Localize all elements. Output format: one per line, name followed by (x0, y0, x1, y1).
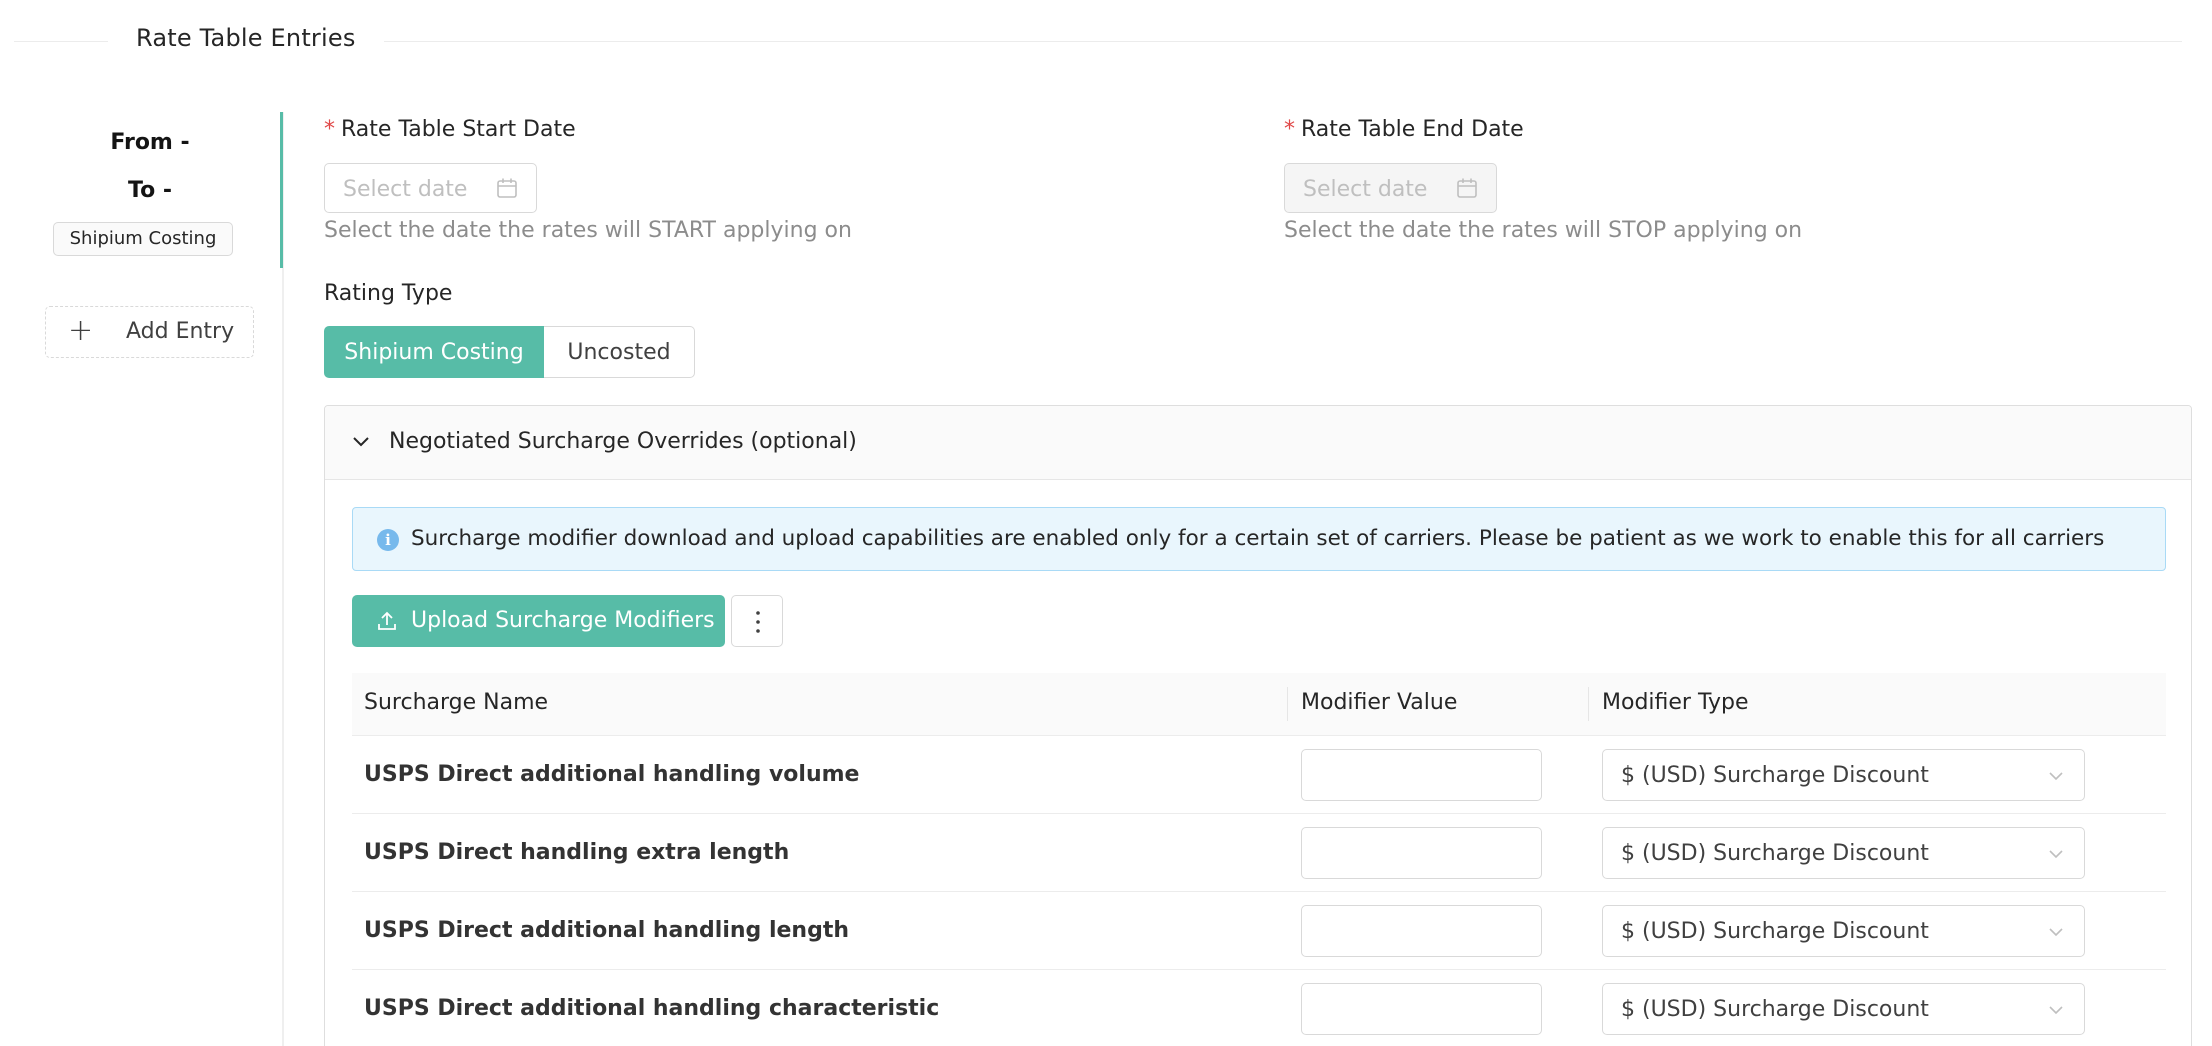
modifier-value-input[interactable] (1301, 749, 1542, 801)
chevron-down-icon (2049, 928, 2063, 937)
rating-option-uncosted[interactable]: Uncosted (544, 326, 695, 378)
required-mark: * (1284, 117, 1295, 142)
entry-rating-tag: Shipium Costing (53, 222, 233, 256)
active-entry-indicator (280, 112, 283, 268)
column-header-surcharge-name: Surcharge Name (364, 690, 549, 715)
modifier-type-select[interactable]: $ (USD) Surcharge Discount (1602, 983, 2085, 1035)
table-row: USPS Direct additional handling volume $… (352, 736, 2166, 814)
modifier-type-select[interactable]: $ (USD) Surcharge Discount (1602, 905, 2085, 957)
more-vertical-icon (756, 611, 760, 633)
end-date-label-text: Rate Table End Date (1301, 117, 1524, 142)
divider (14, 41, 108, 42)
rating-option-shipium-costing[interactable]: Shipium Costing (324, 326, 544, 378)
modifier-value-input[interactable] (1301, 905, 1542, 957)
start-date-help: Select the date the rates will START app… (324, 218, 852, 243)
upload-icon (378, 611, 396, 630)
chevron-down-icon (2049, 772, 2063, 781)
table-header: Surcharge Name Modifier Value Modifier T… (352, 673, 2166, 736)
entry-from-label: From - (110, 130, 190, 155)
panel-header[interactable]: Negotiated Surcharge Overrides (optional… (325, 406, 2191, 480)
surcharge-name: USPS Direct additional handling volume (364, 762, 860, 787)
surcharge-name: USPS Direct additional handling characte… (364, 996, 940, 1021)
add-entry-button[interactable]: + Add Entry (45, 306, 254, 358)
add-entry-label: Add Entry (126, 319, 235, 344)
modifier-type-value: $ (USD) Surcharge Discount (1621, 919, 1929, 944)
start-date-label-text: Rate Table Start Date (341, 117, 576, 142)
upload-label: Upload Surcharge Modifiers (411, 608, 715, 633)
more-options-button[interactable] (731, 595, 783, 647)
column-header-modifier-value: Modifier Value (1301, 690, 1458, 715)
surcharge-name: USPS Direct handling extra length (364, 840, 790, 865)
entries-list: From - To - Shipium Costing + Add Entry (0, 112, 290, 1046)
modifier-value-input[interactable] (1301, 827, 1542, 879)
info-icon: i (377, 529, 399, 551)
surcharge-overrides-panel: Negotiated Surcharge Overrides (optional… (324, 405, 2192, 1046)
end-date-help: Select the date the rates will STOP appl… (1284, 218, 1803, 243)
panel-title: Negotiated Surcharge Overrides (optional… (389, 429, 857, 454)
table-row: USPS Direct additional handling length $… (352, 892, 2166, 970)
table-row: USPS Direct handling extra length $ (USD… (352, 814, 2166, 892)
entry-to-label: To - (128, 178, 172, 203)
modifier-type-value: $ (USD) Surcharge Discount (1621, 841, 1929, 866)
alert-message: Surcharge modifier download and upload c… (411, 526, 2105, 551)
start-date-picker[interactable]: Select date (324, 163, 537, 213)
modifier-type-value: $ (USD) Surcharge Discount (1621, 763, 1929, 788)
modifier-type-value: $ (USD) Surcharge Discount (1621, 997, 1929, 1022)
chevron-down-icon (353, 437, 369, 447)
end-date-label: * Rate Table End Date (1284, 117, 1524, 142)
entry-item[interactable]: From - To - Shipium Costing (0, 112, 282, 268)
chevron-down-icon (2049, 850, 2063, 859)
column-separator (1588, 687, 1589, 721)
start-date-label: * Rate Table Start Date (324, 117, 576, 142)
divider (384, 41, 2182, 42)
rating-type-selector: Shipium Costing Uncosted (324, 326, 695, 378)
upload-surcharge-button[interactable]: Upload Surcharge Modifiers (352, 595, 725, 647)
modifier-type-select[interactable]: $ (USD) Surcharge Discount (1602, 827, 2085, 879)
column-separator (1287, 687, 1288, 721)
modifier-value-input[interactable] (1301, 983, 1542, 1035)
modifier-type-select[interactable]: $ (USD) Surcharge Discount (1602, 749, 2085, 801)
plus-icon: + (68, 313, 94, 348)
start-date-placeholder: Select date (343, 177, 468, 202)
end-date-placeholder: Select date (1303, 177, 1428, 202)
surcharge-name: USPS Direct additional handling length (364, 918, 850, 943)
calendar-icon (497, 178, 517, 198)
chevron-down-icon (2049, 1006, 2063, 1015)
info-alert: i Surcharge modifier download and upload… (352, 507, 2166, 571)
column-header-modifier-type: Modifier Type (1602, 690, 1749, 715)
rating-type-label: Rating Type (324, 281, 453, 306)
section-title: Rate Table Entries (136, 24, 356, 52)
end-date-picker[interactable]: Select date (1284, 163, 1497, 213)
section-header: Rate Table Entries (14, 0, 2182, 52)
required-mark: * (324, 117, 335, 142)
calendar-icon (1457, 178, 1477, 198)
table-row: USPS Direct additional handling characte… (352, 970, 2166, 1046)
